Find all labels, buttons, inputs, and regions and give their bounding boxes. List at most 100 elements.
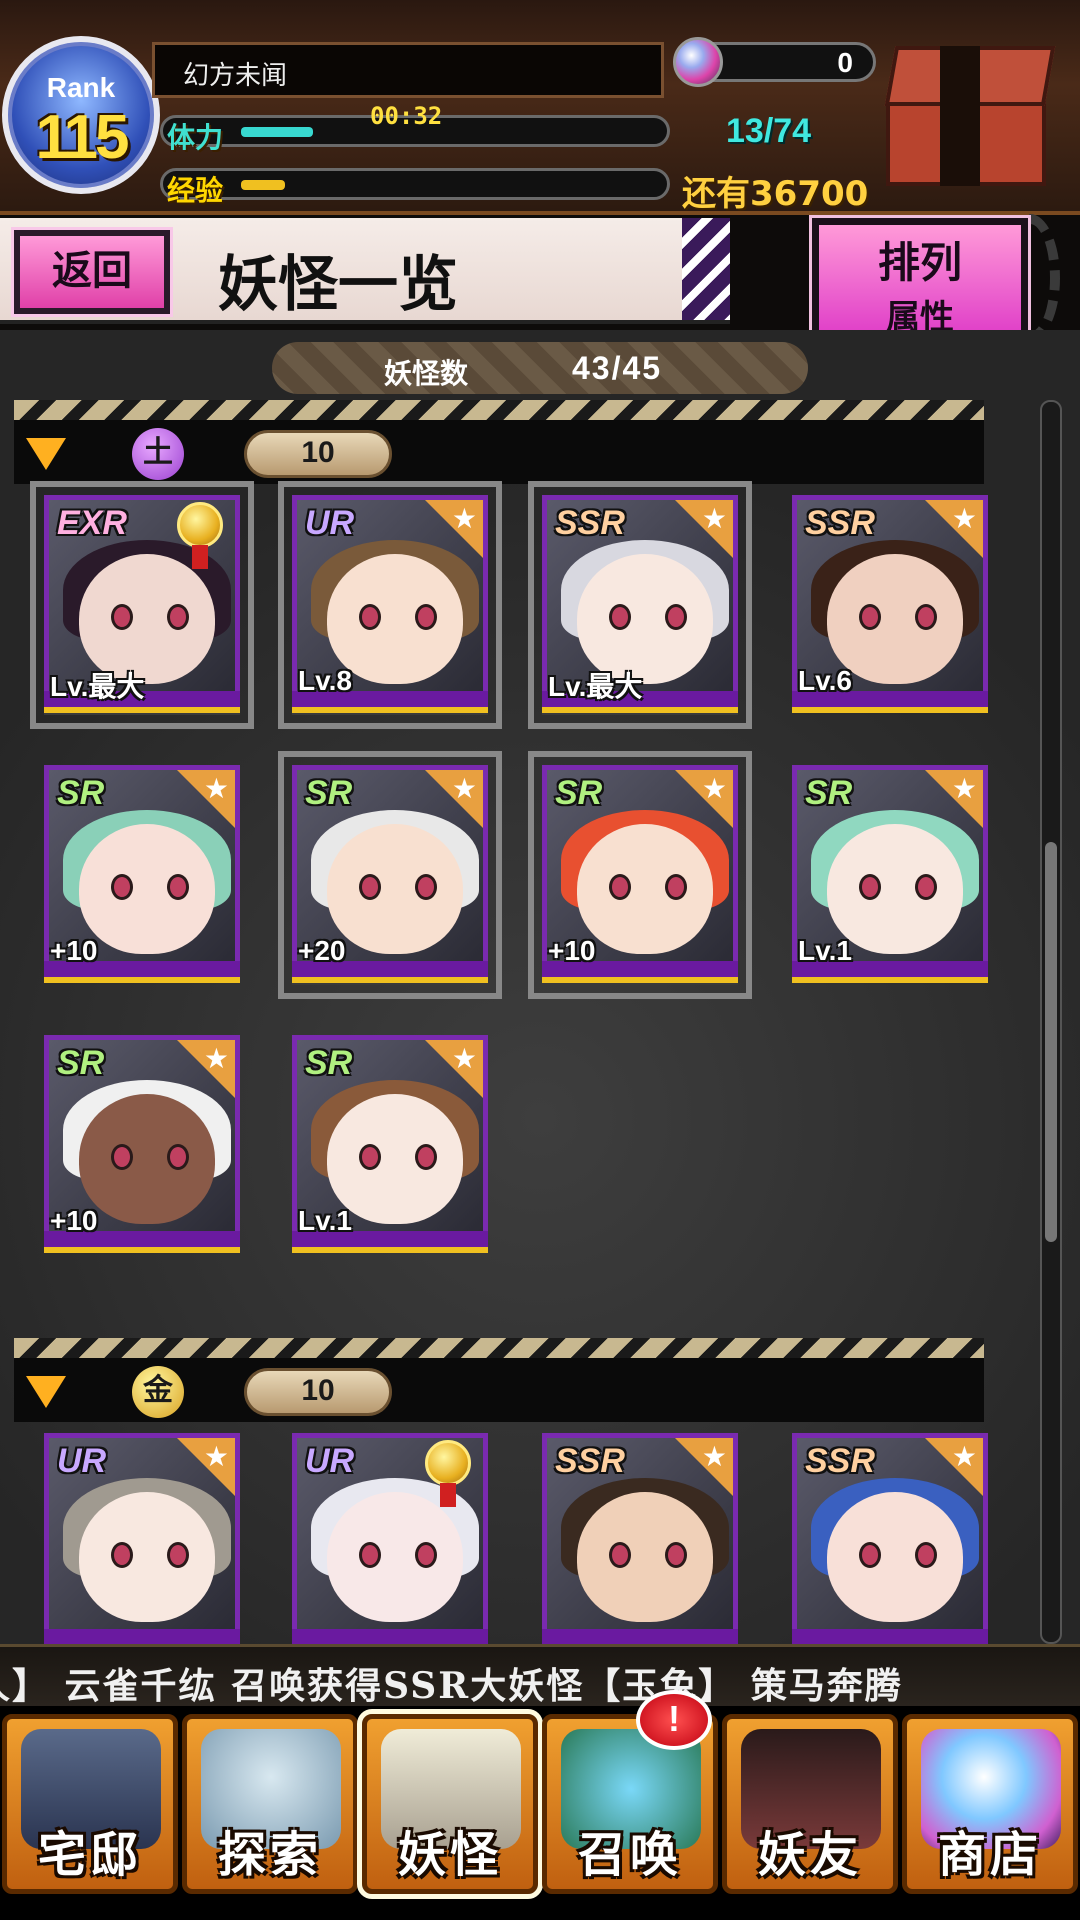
nav-label: 召唤 xyxy=(577,1827,682,1883)
treasure-chest-button[interactable] xyxy=(880,46,1060,196)
collapse-arrow-icon[interactable] xyxy=(26,1376,66,1408)
yokai-portrait: SSR ★ xyxy=(542,1433,738,1639)
card-level: +10 xyxy=(50,935,98,966)
portrait-eye xyxy=(915,874,937,900)
yokai-card[interactable]: SR ★ Lv.1 xyxy=(792,765,988,985)
title-bar: 返回 妖怪一览 xyxy=(0,218,730,324)
attribute-icon: 金 xyxy=(132,1366,184,1418)
yokai-card[interactable]: UR ★ xyxy=(44,1433,240,1644)
portrait-face xyxy=(577,1492,713,1622)
portrait-eye xyxy=(167,1144,189,1170)
nav-item-1[interactable]: 探索 xyxy=(182,1714,358,1894)
portrait-face xyxy=(327,824,463,954)
portrait-eye xyxy=(359,1144,381,1170)
yokai-card[interactable]: SR ★ +10 xyxy=(44,765,240,985)
yokai-card[interactable]: SSR ★ xyxy=(792,1433,988,1644)
chest-band xyxy=(940,46,980,186)
portrait-eye xyxy=(609,604,631,630)
card-footer xyxy=(292,1629,488,1644)
yokai-card[interactable]: SR ★ +20 xyxy=(278,751,502,999)
player-name-box[interactable]: 幻方未闻 xyxy=(152,42,664,98)
portrait-eye xyxy=(415,604,437,630)
collapse-arrow-icon[interactable] xyxy=(26,438,66,470)
group-count: 10 xyxy=(244,1368,392,1416)
nav-item-4[interactable]: 妖友 xyxy=(722,1714,898,1894)
portrait-eye xyxy=(415,1542,437,1568)
portrait-eye xyxy=(415,1144,437,1170)
portrait-eye xyxy=(167,874,189,900)
stamina-count: 13/74 xyxy=(726,112,812,150)
title-stripe-decoration xyxy=(682,218,730,320)
nav-label: 妖友 xyxy=(757,1827,862,1883)
portrait-eye xyxy=(915,1542,937,1568)
nav-label: 探索 xyxy=(217,1827,322,1883)
news-ticker: 人】 云雀千纮 召唤获得SSR大妖怪【玉兔】 策马奔腾 xyxy=(0,1644,1080,1706)
exp-bar: 经验 xyxy=(160,168,670,207)
yokai-portrait: UR xyxy=(292,1433,488,1639)
nav-item-5[interactable]: 商店 xyxy=(902,1714,1078,1894)
star-icon: ★ xyxy=(451,1042,477,1075)
yokai-card[interactable]: SR ★ Lv.1 xyxy=(292,1035,488,1255)
nav-label: 商店 xyxy=(937,1827,1042,1883)
portrait-face xyxy=(79,824,215,954)
yokai-count-label: 妖怪数 xyxy=(384,357,469,390)
yokai-count-bar: 妖怪数 43/45 xyxy=(272,342,808,394)
portrait-eye xyxy=(859,1542,881,1568)
summon-alert-badge: ! xyxy=(636,1690,712,1750)
card-level: +10 xyxy=(50,1205,98,1236)
portrait-eye xyxy=(167,604,189,630)
yokai-card[interactable]: SR ★ +10 xyxy=(528,751,752,999)
card-level: Lv.最大 xyxy=(50,671,145,702)
rarity-badge: SR xyxy=(305,1044,353,1082)
portrait-eye xyxy=(859,604,881,630)
orb-counter[interactable]: 0 xyxy=(673,37,876,87)
yokai-card[interactable]: UR xyxy=(292,1433,488,1644)
back-button[interactable]: 返回 xyxy=(11,227,173,317)
card-level: Lv.6 xyxy=(798,665,852,696)
rank-value: 115 xyxy=(35,103,129,172)
star-icon: ★ xyxy=(203,1440,229,1473)
scrollbar-thumb[interactable] xyxy=(1045,842,1057,1242)
portrait-eye xyxy=(111,604,133,630)
card-footer xyxy=(542,1629,738,1644)
rank-badge[interactable]: Rank 115 xyxy=(2,36,160,194)
yokai-card[interactable]: SR ★ +10 xyxy=(44,1035,240,1255)
card-level: Lv.1 xyxy=(298,1205,352,1236)
gold-medal-icon xyxy=(425,1440,471,1507)
yokai-list[interactable]: 妖怪数 43/45 土 10 EXR Lv.最大 UR ★ Lv.8 SSR ★ Lv.最大 SSR… xyxy=(0,330,1080,1644)
stamina-fill xyxy=(241,127,313,137)
nav-item-0[interactable]: 宅邸 xyxy=(2,1714,178,1894)
nav-item-2[interactable]: 妖怪 xyxy=(357,1709,543,1899)
nav-label: 妖怪 xyxy=(397,1827,502,1883)
rarity-badge: SR xyxy=(305,774,353,812)
yokai-count-value: 43/45 xyxy=(572,350,663,386)
star-icon: ★ xyxy=(951,772,977,805)
rarity-badge: UR xyxy=(57,1442,107,1480)
attribute-group-header[interactable]: 土 10 xyxy=(14,400,984,484)
sort-button[interactable]: 排列 属性 xyxy=(809,215,1031,343)
portrait-face xyxy=(577,824,713,954)
rank-label: Rank xyxy=(46,72,116,103)
exp-fill xyxy=(241,180,285,190)
stamina-timer: 00:32 xyxy=(370,102,443,130)
portrait-eye xyxy=(609,874,631,900)
portrait-eye xyxy=(359,874,381,900)
rarity-badge: SR xyxy=(57,774,105,812)
star-icon: ★ xyxy=(951,502,977,535)
scrollbar[interactable] xyxy=(1040,400,1062,1644)
portrait-eye xyxy=(915,604,937,630)
rarity-badge: SSR xyxy=(555,504,625,542)
attribute-icon: 土 xyxy=(132,428,184,480)
star-icon: ★ xyxy=(203,1042,229,1075)
stamina-icon: 体力 xyxy=(167,121,224,154)
yokai-card[interactable]: SSR ★ Lv.最大 xyxy=(528,481,752,729)
star-icon: ★ xyxy=(451,772,477,805)
portrait-face xyxy=(79,1094,215,1224)
yokai-card[interactable]: SSR ★ Lv.6 xyxy=(792,495,988,715)
attribute-group-header[interactable]: 金 10 xyxy=(14,1338,984,1422)
nav-label: 宅邸 xyxy=(37,1827,142,1883)
card-level: Lv.8 xyxy=(298,665,352,696)
yokai-card[interactable]: EXR Lv.最大 xyxy=(30,481,254,729)
yokai-card[interactable]: UR ★ Lv.8 xyxy=(278,481,502,729)
yokai-card[interactable]: SSR ★ xyxy=(542,1433,738,1644)
